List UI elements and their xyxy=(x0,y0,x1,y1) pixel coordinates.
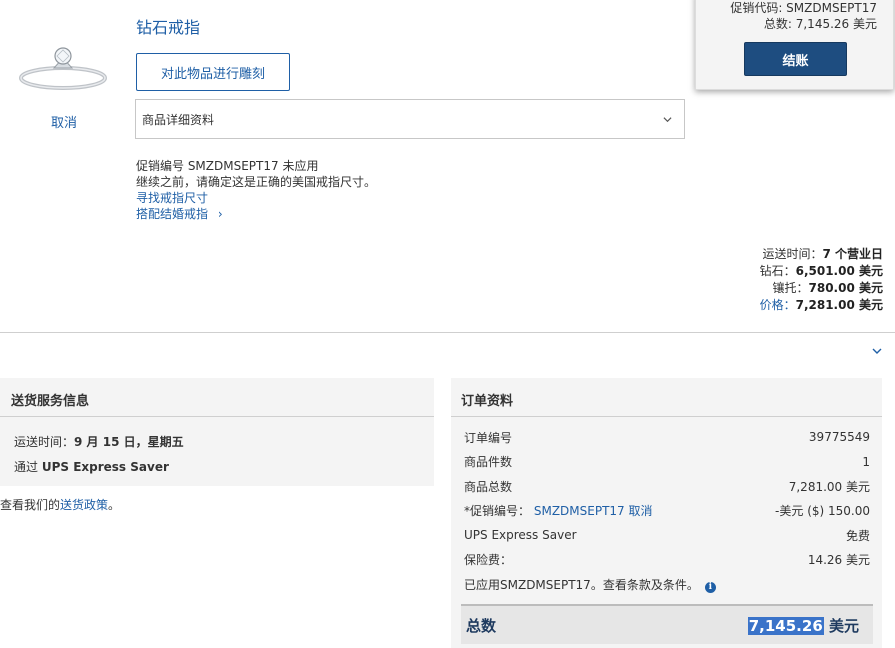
item-details-dropdown-label: 商品详细资料 xyxy=(142,112,215,127)
delivery-date-line: 运送时间：9 月 15 日，星期五 xyxy=(14,435,184,449)
promo-not-applied-text: 促销编号 SMZDMSEPT17 未应用 xyxy=(136,159,319,173)
order-number-row: 订单编号 39775549 xyxy=(464,430,870,445)
price-breakdown: 运送时间：7 个营业日 钻石：6,501.00 美元 镶托：780.00 美元 … xyxy=(760,246,883,314)
expand-chevron-icon[interactable] xyxy=(871,345,883,357)
item-count-row: 商品件数 1 xyxy=(464,454,870,470)
shipping-time-line: 运送时间：7 个营业日 xyxy=(762,247,883,261)
match-wedding-ring-label: 搭配结婚戒指 xyxy=(136,207,209,221)
item-total-row: 商品总数 7,281.00 美元 xyxy=(464,479,870,494)
shipping-policy-link[interactable]: 送货政策 xyxy=(60,498,108,512)
order-total-label: 总数 xyxy=(466,616,497,635)
promo-code-link[interactable]: SMZDMSEPT17 xyxy=(534,504,625,518)
setting-price-line: 镶托：780.00 美元 xyxy=(772,281,883,295)
order-panel-title: 订单资料 xyxy=(451,378,882,417)
order-total-value: 7,145.26 美元 xyxy=(747,616,859,635)
engrave-button[interactable]: 对此物品进行雕刻 xyxy=(136,53,290,91)
diamond-price-line: 钻石：6,501.00 美元 xyxy=(759,264,883,278)
chevron-right-icon: › xyxy=(217,207,223,221)
find-ring-size-link[interactable]: 寻找戒指尺寸 xyxy=(136,190,376,206)
shipping-info-panel: 送货服务信息 运送时间：9 月 15 日，星期五 通过 UPS Express … xyxy=(0,378,434,486)
summary-total: 总数: 7,145.26 美元 xyxy=(763,17,877,31)
promo-info: 促销编号 SMZDMSEPT17 未应用 继续之前，请确定这是正确的美国戒指尺寸… xyxy=(136,158,376,222)
cancel-item-link[interactable]: 取消 xyxy=(51,112,77,131)
item-title[interactable]: 钻石戒指 xyxy=(136,14,200,38)
promo-applied-note: 已应用SMZDMSEPT17。查看条款及条件。 i xyxy=(464,572,870,597)
order-summary-box: 促销代码: SMZDMSEPT17 总数: 7,145.26 美元 结账 xyxy=(695,0,894,90)
order-total-row: 总数 7,145.26 美元 xyxy=(461,604,873,644)
shipping-cost-row: UPS Express Saver 免费 xyxy=(464,528,870,543)
summary-promo-code: 促销代码: SMZDMSEPT17 xyxy=(730,1,877,15)
info-icon[interactable]: i xyxy=(704,581,716,593)
ring-size-notice: 继续之前，请确定这是正确的美国戒指尺寸。 xyxy=(136,175,377,189)
checkout-button[interactable]: 结账 xyxy=(744,42,847,76)
ring-thumbnail[interactable] xyxy=(14,34,112,100)
total-price-line: 价格：7,281.00 美元 xyxy=(759,298,883,312)
order-info-panel: 订单资料 订单编号 39775549 商品件数 1 商品总数 7,281.00 美元 … xyxy=(451,378,882,648)
match-wedding-ring-link[interactable]: 搭配结婚戒指 › xyxy=(136,206,376,222)
remove-promo-link[interactable]: 取消 xyxy=(629,504,653,518)
shipping-policy-note: 查看我们的送货政策。 xyxy=(0,498,121,512)
shipping-panel-title: 送货服务信息 xyxy=(0,378,434,417)
section-divider xyxy=(0,332,895,333)
insurance-row: 保险费： 14.26 美元 xyxy=(464,553,870,568)
promo-code-row: *促销编号： SMZDMSEPT17 取消 -美元 ($) 150.00 xyxy=(464,504,870,519)
carrier-line: 通过 UPS Express Saver xyxy=(14,460,169,474)
chevron-down-icon xyxy=(663,116,672,122)
item-details-dropdown[interactable]: 商品详细资料 xyxy=(135,99,685,139)
